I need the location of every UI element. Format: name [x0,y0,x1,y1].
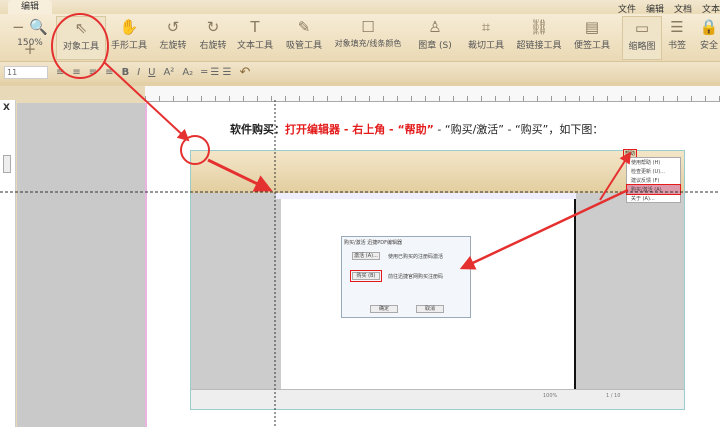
arrow [459,188,629,270]
arrow [103,61,190,142]
highlight-circle [51,13,109,79]
arrow [207,158,273,192]
highlight-circle [180,135,210,165]
annotation-overlay [0,13,720,427]
arrow [599,151,632,201]
